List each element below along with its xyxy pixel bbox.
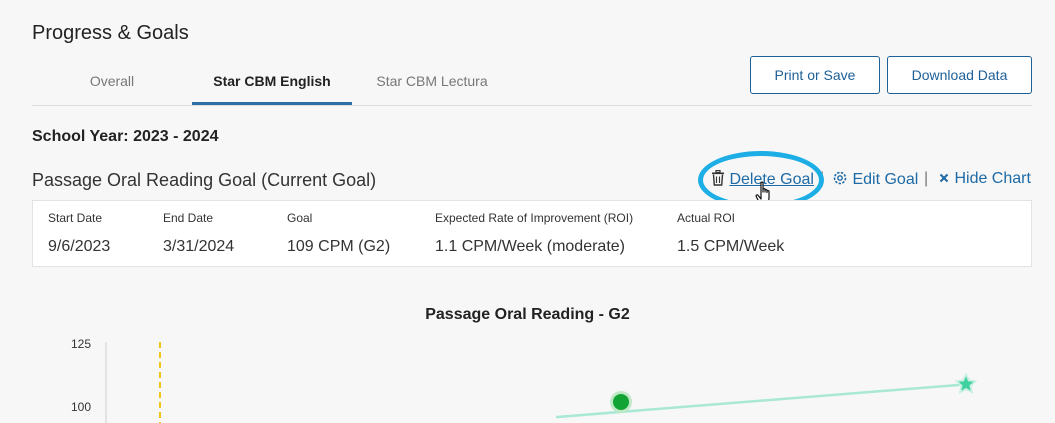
edit-goal-link[interactable]: Edit Goal (832, 170, 918, 189)
print-or-save-button[interactable]: Print or Save (750, 56, 880, 94)
gear-icon (833, 171, 847, 185)
goal-details-card: Start Date 9/6/2023 End Date 3/31/2024 G… (32, 200, 1032, 267)
expected-roi-value: 1.1 CPM/Week (moderate) (435, 238, 625, 255)
y-tick-label: 100 (71, 400, 91, 414)
goal-title: Passage Oral Reading Goal (Current Goal) (32, 170, 377, 190)
end-date-value: 3/31/2024 (163, 238, 235, 255)
actual-roi-value: 1.5 CPM/Week (677, 238, 785, 255)
school-year: School Year: 2023 - 2024 (32, 128, 219, 145)
goal-header: Goal (287, 211, 313, 225)
hide-chart-label: Hide Chart (954, 170, 1031, 187)
progress-chart: 125 100 (71, 337, 978, 423)
expected-roi-header: Expected Rate of Improvement (ROI) (435, 211, 634, 225)
y-tick-label: 125 (71, 337, 91, 351)
edit-goal-label: Edit Goal (852, 171, 919, 188)
end-date-header: End Date (163, 211, 214, 225)
tab-bar: Overall Star CBM English Star CBM Lectur… (32, 62, 1032, 106)
hide-chart-link[interactable]: Hide Chart (938, 170, 1031, 188)
start-date-header: Start Date (48, 211, 103, 225)
tab-overall[interactable]: Overall (62, 62, 162, 102)
chart-title: Passage Oral Reading - G2 (425, 306, 630, 323)
goal-value: 109 CPM (G2) (287, 238, 391, 255)
start-date-value: 9/6/2023 (48, 238, 111, 255)
page-title: Progress & Goals (32, 22, 189, 44)
action-separator: | (924, 170, 929, 187)
tab-star-cbm-english[interactable]: Star CBM English (192, 62, 352, 105)
download-data-button[interactable]: Download Data (887, 56, 1032, 94)
action-separator: | (820, 170, 825, 187)
close-icon (939, 173, 949, 183)
tab-star-cbm-lectura[interactable]: Star CBM Lectura (362, 62, 502, 102)
score-point (613, 393, 629, 410)
trash-icon (712, 169, 724, 186)
actual-roi-header: Actual ROI (677, 211, 736, 225)
